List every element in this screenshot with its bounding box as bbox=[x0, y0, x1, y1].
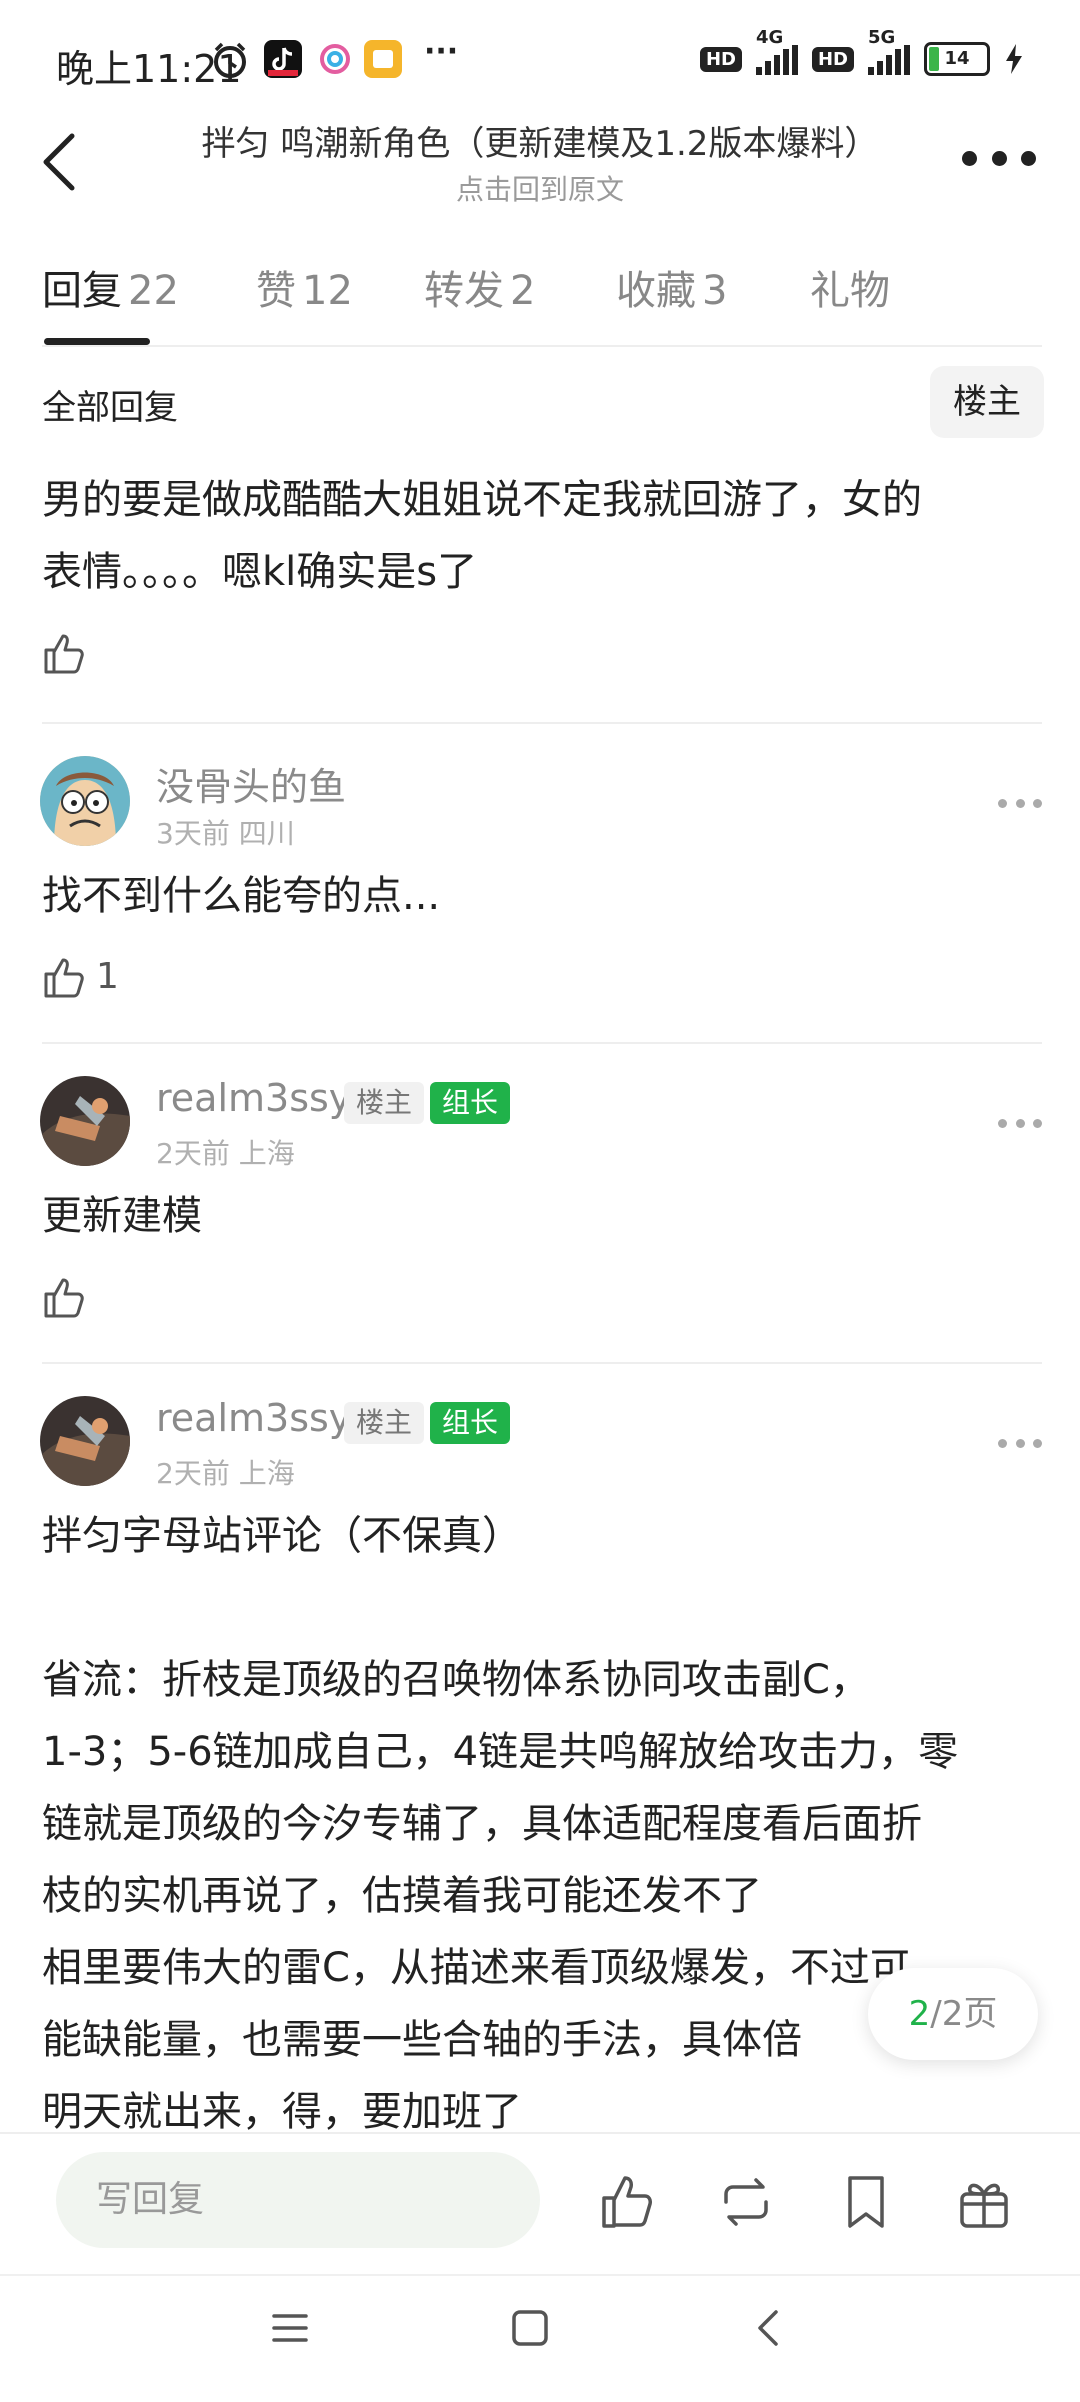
reply-text-line: 相里要伟大的雷C，从描述来看顶级爆发，不过可 bbox=[42, 1945, 910, 1991]
repost-icon[interactable] bbox=[716, 2172, 776, 2232]
post-title[interactable]: 拌匀 鸣潮新角色（更新建模及1.2版本爆料） bbox=[130, 116, 950, 165]
hd-badge: HD bbox=[699, 46, 742, 72]
gift-icon[interactable] bbox=[954, 2172, 1014, 2232]
leader-badge: 组长 bbox=[430, 1402, 511, 1444]
avatar[interactable] bbox=[40, 756, 130, 846]
more-notifications-icon: ··· bbox=[424, 34, 459, 69]
tab-shares[interactable]: 转发 2 bbox=[424, 258, 535, 316]
tab-likes[interactable]: 赞 12 bbox=[256, 258, 353, 316]
reply-input[interactable]: 写回复 bbox=[56, 2152, 540, 2248]
thumbs-up-icon[interactable] bbox=[42, 630, 88, 676]
divider bbox=[42, 345, 1042, 347]
username[interactable]: 没骨头的鱼 bbox=[156, 756, 346, 811]
tab-replies[interactable]: 回复 22 bbox=[42, 258, 179, 316]
op-only-filter-button[interactable]: 楼主 bbox=[930, 366, 1044, 438]
divider bbox=[42, 1042, 1042, 1044]
nav-back-icon[interactable] bbox=[748, 2306, 792, 2350]
like-button-icon[interactable] bbox=[598, 2172, 658, 2232]
tab-favorites[interactable]: 收藏 3 bbox=[616, 258, 727, 316]
charging-icon bbox=[1006, 44, 1022, 74]
username[interactable]: realm3ssy bbox=[156, 1396, 351, 1440]
reply-more-button[interactable] bbox=[998, 1436, 1042, 1450]
battery-icon: 14 bbox=[924, 42, 990, 76]
reply-meta: 2天前 上海 bbox=[156, 1457, 295, 1490]
active-tab-indicator bbox=[44, 338, 150, 345]
all-replies-label: 全部回复 bbox=[42, 388, 178, 428]
status-bar: 晚上11:21 ··· HD 4G HD 5G 14 bbox=[0, 0, 1080, 110]
op-badge: 楼主 bbox=[344, 1402, 425, 1444]
more-options-button[interactable] bbox=[962, 140, 1036, 176]
reply-text-line: 男的要是做成酷酷大姐姐说不定我就回游了，女的 bbox=[42, 477, 922, 523]
op-badge: 楼主 bbox=[344, 1082, 425, 1124]
avatar[interactable] bbox=[40, 1076, 130, 1166]
divider bbox=[42, 1362, 1042, 1364]
reply-text: 找不到什么能夸的点... bbox=[42, 873, 441, 919]
reply-meta: 3天前 四川 bbox=[156, 817, 295, 850]
back-arrow-icon bbox=[43, 133, 75, 191]
menu-icon[interactable] bbox=[268, 2306, 312, 2350]
home-icon[interactable] bbox=[508, 2306, 552, 2350]
username[interactable]: realm3ssy bbox=[156, 1076, 351, 1120]
reply-text: 更新建模 bbox=[42, 1193, 202, 1239]
tiktok-icon bbox=[264, 40, 302, 78]
cloud-app-icon bbox=[316, 40, 354, 78]
tab-gifts[interactable]: 礼物 bbox=[810, 258, 890, 316]
signal-4g-icon: 4G bbox=[755, 27, 798, 75]
page-indicator[interactable]: 2/2页 bbox=[868, 1968, 1038, 2060]
reply-text-line: 拌匀字母站评论（不保真） bbox=[42, 1513, 522, 1559]
hd-badge-2: HD bbox=[811, 46, 854, 72]
divider bbox=[42, 722, 1042, 724]
thumbs-up-icon[interactable] bbox=[42, 954, 88, 1000]
like-count: 1 bbox=[96, 956, 119, 997]
reply-text-line: 链就是顶级的今汐专辅了，具体适配程度看后面折 bbox=[42, 1801, 922, 1847]
bookmark-icon[interactable] bbox=[836, 2172, 896, 2232]
signal-5g-icon: 5G bbox=[868, 27, 910, 75]
status-indicators: HD 4G HD 5G 14 bbox=[699, 27, 1024, 76]
notes-app-icon bbox=[364, 40, 402, 78]
reply-text-line: 1-3；5-6链加成自己，4链是共鸣解放给攻击力，零 bbox=[42, 1729, 959, 1775]
reply-more-button[interactable] bbox=[998, 796, 1042, 810]
reply-text-line: 枝的实机再说了，估摸着我可能还发不了 bbox=[42, 1873, 762, 1919]
back-to-post-link[interactable]: 点击回到原文 bbox=[130, 168, 950, 208]
leader-badge: 组长 bbox=[430, 1082, 511, 1124]
alarm-icon bbox=[214, 42, 246, 78]
thumbs-up-icon[interactable] bbox=[42, 1274, 88, 1320]
reply-meta: 2天前 上海 bbox=[156, 1137, 295, 1170]
reply-more-button[interactable] bbox=[998, 1116, 1042, 1130]
back-button[interactable] bbox=[34, 128, 94, 196]
reply-text-line: 表情。。。。嗯kl确实是s了 bbox=[42, 549, 478, 595]
reply-text-line: 省流：折枝是顶级的召唤物体系协同攻击副C， bbox=[42, 1657, 870, 1703]
avatar[interactable] bbox=[40, 1396, 130, 1486]
reply-text-line: 能缺能量，也需要一些合轴的手法，具体倍 bbox=[42, 2017, 802, 2063]
